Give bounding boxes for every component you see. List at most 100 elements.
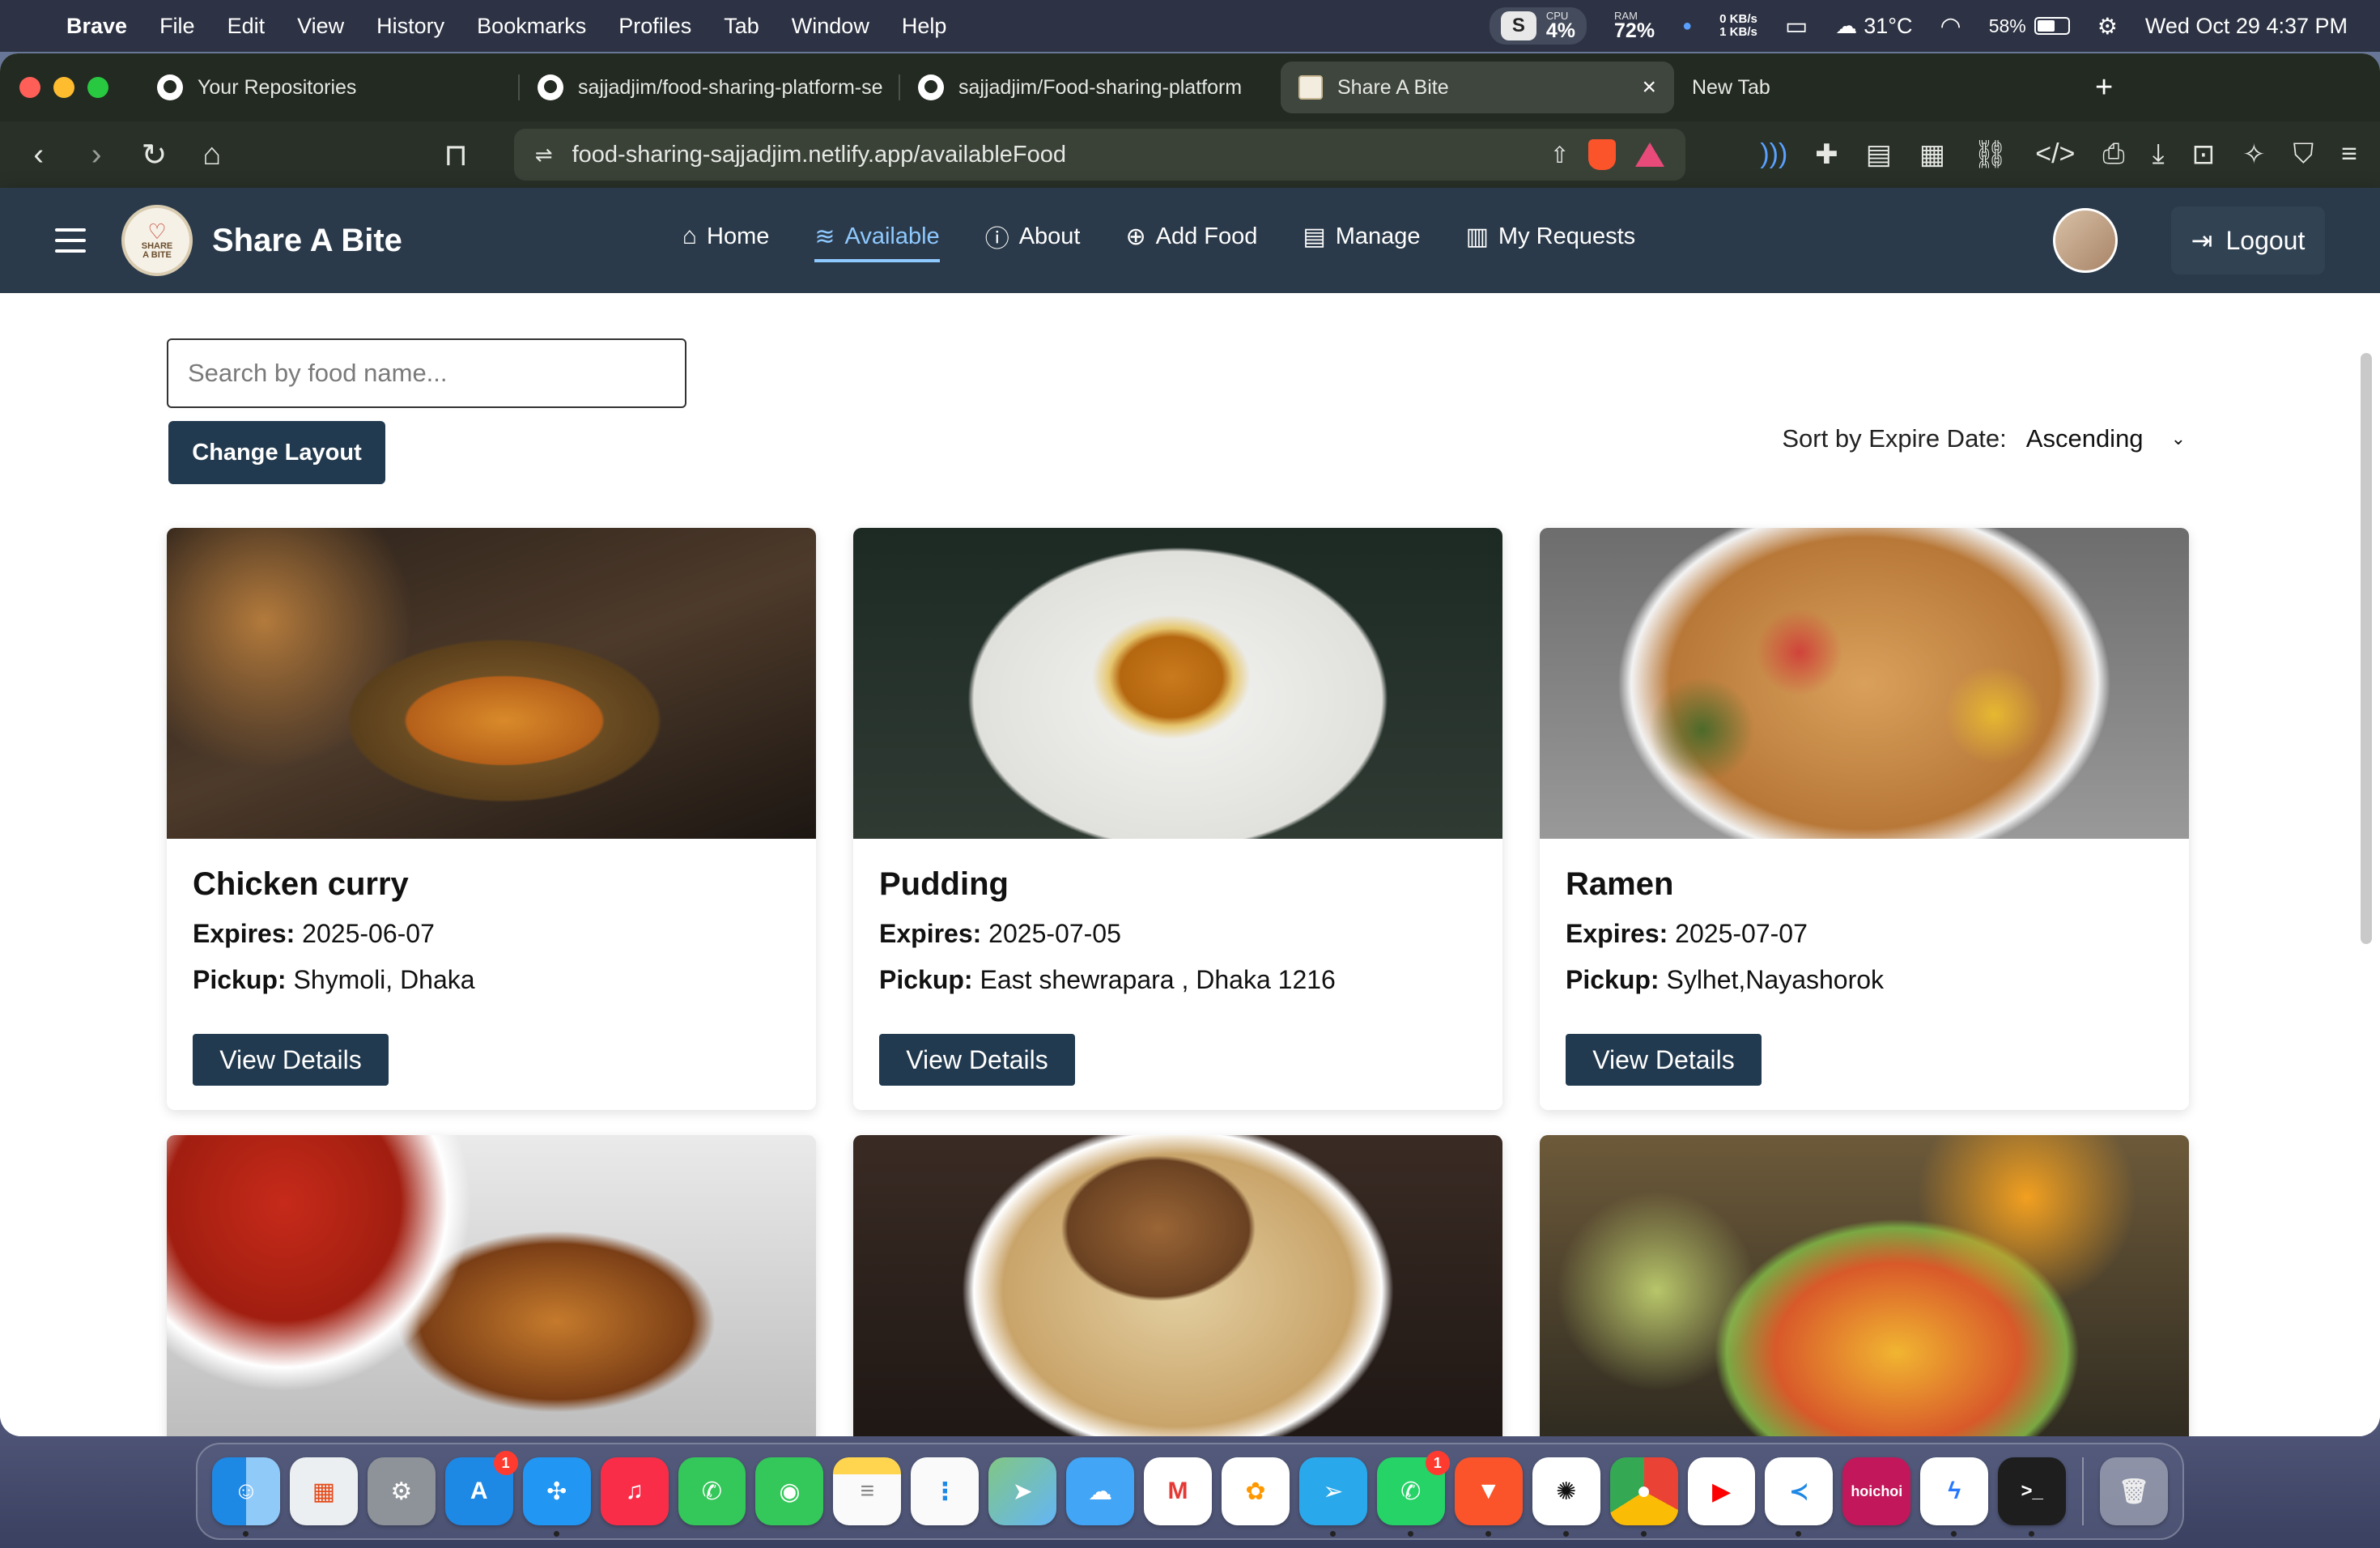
photos-icon[interactable]: ✿ xyxy=(1221,1457,1290,1525)
menu-profiles[interactable]: Profiles xyxy=(618,14,691,39)
view-details-button[interactable]: View Details xyxy=(193,1034,389,1086)
music-icon[interactable]: ♫ xyxy=(600,1457,669,1525)
reminders-icon[interactable]: ⋮ xyxy=(911,1457,980,1525)
sort-select[interactable]: Ascending ⌄ xyxy=(2026,424,2186,453)
safari-icon[interactable]: ✣ xyxy=(522,1457,591,1537)
nav-home[interactable]: ⌂ Home xyxy=(682,219,769,262)
display-icon[interactable]: ▭ xyxy=(1785,12,1808,40)
devtools-icon[interactable]: </> xyxy=(2035,138,2075,171)
brave-shields-icon[interactable] xyxy=(1588,139,1617,170)
tab-share-a-bite[interactable]: Share A Bite × xyxy=(1281,62,1674,113)
control-center-icon[interactable]: ⚙ xyxy=(2097,13,2118,40)
home-browser-icon[interactable]: ⌂ xyxy=(196,138,227,172)
brave-rewards-icon[interactable] xyxy=(1635,142,1665,167)
close-tab-icon[interactable]: × xyxy=(1642,74,1656,101)
battery-status[interactable]: 58% xyxy=(1989,15,2070,37)
search-input[interactable] xyxy=(167,338,686,408)
reload-icon[interactable]: ↻ xyxy=(138,137,170,173)
vpn-icon[interactable]: ⛉ xyxy=(2293,138,2314,171)
menu-tab[interactable]: Tab xyxy=(724,14,759,39)
nav-about[interactable]: ⓘ About xyxy=(985,219,1081,262)
download-icon[interactable]: ⤓ xyxy=(2153,138,2165,171)
extensions-icon[interactable]: ✚ xyxy=(1815,138,1838,171)
status-pill[interactable]: S CPU 4% xyxy=(1489,7,1587,45)
bookmark-icon[interactable]: ⊓ xyxy=(440,137,471,173)
nav-available[interactable]: ≋ Available xyxy=(814,219,940,262)
telegram-icon[interactable]: ➢ xyxy=(1298,1457,1367,1537)
menu-help[interactable]: Help xyxy=(902,14,947,39)
whatsapp-icon[interactable]: ✆ 1 xyxy=(1376,1451,1450,1537)
qr-code-icon[interactable]: ▦ xyxy=(1919,138,1945,171)
site-logo[interactable]: ♡ SHARE A BITE xyxy=(121,205,193,276)
terminal-icon[interactable]: >_ xyxy=(1998,1457,2067,1537)
food-pickup: Pickup: East shewrapara , Dhaka 1216 xyxy=(879,965,1336,994)
tab-food-sharing-platform-se[interactable]: sajjadjim/food-sharing-platform-se xyxy=(520,62,900,113)
menu-file[interactable]: File xyxy=(159,14,195,39)
s-app-icon[interactable]: S xyxy=(1500,11,1536,40)
phone-icon[interactable]: ✆ xyxy=(678,1457,746,1525)
messenger-icon[interactable]: ϟ xyxy=(1920,1457,1989,1537)
link-icon[interactable]: ⛓ xyxy=(1973,138,2008,171)
menu-window[interactable]: Window xyxy=(792,14,869,39)
brand-name[interactable]: Share A Bite xyxy=(212,223,402,259)
chrome-icon[interactable]: ● xyxy=(1609,1457,1678,1537)
zoom-window-button[interactable] xyxy=(87,77,108,98)
messages-icon[interactable]: ◉ xyxy=(755,1457,824,1525)
hoichoi-icon[interactable]: hoichoi xyxy=(1842,1457,1911,1525)
view-details-button[interactable]: View Details xyxy=(879,1034,1075,1086)
vscode-icon[interactable]: ≺ xyxy=(1765,1457,1834,1537)
nav-my-requests[interactable]: ▥ My Requests xyxy=(1466,219,1636,262)
new-tab-plus-icon[interactable]: + xyxy=(2095,70,2113,105)
forward-icon[interactable]: › xyxy=(80,138,112,172)
ram-stat[interactable]: RAM 72% xyxy=(1614,11,1655,41)
ai-icon[interactable]: ✧ xyxy=(2242,138,2266,171)
network-stat[interactable]: 0 KB/s 1 KB/s xyxy=(1719,12,1757,40)
finder-icon[interactable]: ☺ xyxy=(212,1457,280,1537)
maps-icon[interactable]: ➤ xyxy=(988,1457,1057,1525)
wifi-icon[interactable]: ◠ xyxy=(1940,12,1961,40)
view-details-button[interactable]: View Details xyxy=(1566,1034,1762,1086)
weather-app-icon[interactable]: ☁ xyxy=(1066,1457,1135,1525)
menu-icon[interactable]: ≡ xyxy=(2341,138,2357,171)
app-store-icon[interactable]: A1 xyxy=(444,1451,518,1525)
nav-add-food[interactable]: ⊕ Add Food xyxy=(1125,219,1257,262)
share-icon[interactable]: ⇧ xyxy=(1550,142,1569,168)
tab-food-sharing-platform[interactable]: sajjadjim/Food-sharing-platform xyxy=(900,62,1281,113)
nav-manage[interactable]: ▤ Manage xyxy=(1303,219,1420,262)
speedreader-icon[interactable]: ))) xyxy=(1760,138,1787,171)
tab-new-tab[interactable]: New Tab xyxy=(1674,62,2063,113)
brave-icon[interactable]: ▼ xyxy=(1454,1457,1523,1537)
hamburger-menu-icon[interactable] xyxy=(55,228,86,253)
menu-history[interactable]: History xyxy=(376,14,444,39)
menu-view[interactable]: View xyxy=(297,14,344,39)
weather-status[interactable]: ☁ 31°C xyxy=(1835,14,1912,39)
close-window-button[interactable] xyxy=(19,77,40,98)
page-scrollbar[interactable] xyxy=(2361,353,2372,944)
gmail-icon[interactable]: M xyxy=(1144,1457,1212,1525)
notes-icon[interactable]: ≡ xyxy=(833,1457,902,1525)
trash-icon[interactable]: 🗑 xyxy=(2100,1457,2169,1525)
launchpad-icon[interactable]: ▦ xyxy=(289,1457,358,1525)
url-text[interactable]: food-sharing-sajjadjim.netlify.app/avail… xyxy=(572,142,1531,168)
clock[interactable]: Wed Oct 29 4:37 PM xyxy=(2145,14,2348,39)
youtube-icon[interactable]: ▶ xyxy=(1687,1457,1756,1525)
system-settings-icon[interactable]: ⚙ xyxy=(367,1457,436,1525)
tab-your-repositories[interactable]: Your Repositories xyxy=(139,62,520,113)
window-controls xyxy=(19,77,108,98)
menu-edit[interactable]: Edit xyxy=(227,14,266,39)
wallet-icon[interactable]: ▤ xyxy=(1866,138,1892,171)
chatgpt-icon[interactable]: ✺ xyxy=(1532,1457,1600,1537)
back-icon[interactable]: ‹ xyxy=(23,138,54,172)
print-icon[interactable]: ⎙ xyxy=(2102,138,2124,171)
minimize-window-button[interactable] xyxy=(53,77,74,98)
screenshot-icon[interactable]: ⊡ xyxy=(2192,138,2216,171)
site-settings-icon[interactable]: ⇌ xyxy=(535,142,553,168)
menu-app-brave[interactable]: Brave xyxy=(66,14,127,39)
logout-button[interactable]: ⇥ Logout xyxy=(2171,206,2325,274)
url-bar[interactable]: ⇌ food-sharing-sajjadjim.netlify.app/ava… xyxy=(513,129,1686,181)
food-image-pudding xyxy=(853,528,1502,839)
menu-bookmarks[interactable]: Bookmarks xyxy=(477,14,586,39)
user-avatar[interactable] xyxy=(2053,208,2118,273)
change-layout-button[interactable]: Change Layout xyxy=(168,421,385,484)
macos-dock: ☺ ▦ ⚙ A1 ✣ ♫ ✆ ◉ ≡ ⋮ ➤ ☁ M ✿ ➢ ✆ 1 ▼ ✺ ● … xyxy=(196,1443,2184,1540)
